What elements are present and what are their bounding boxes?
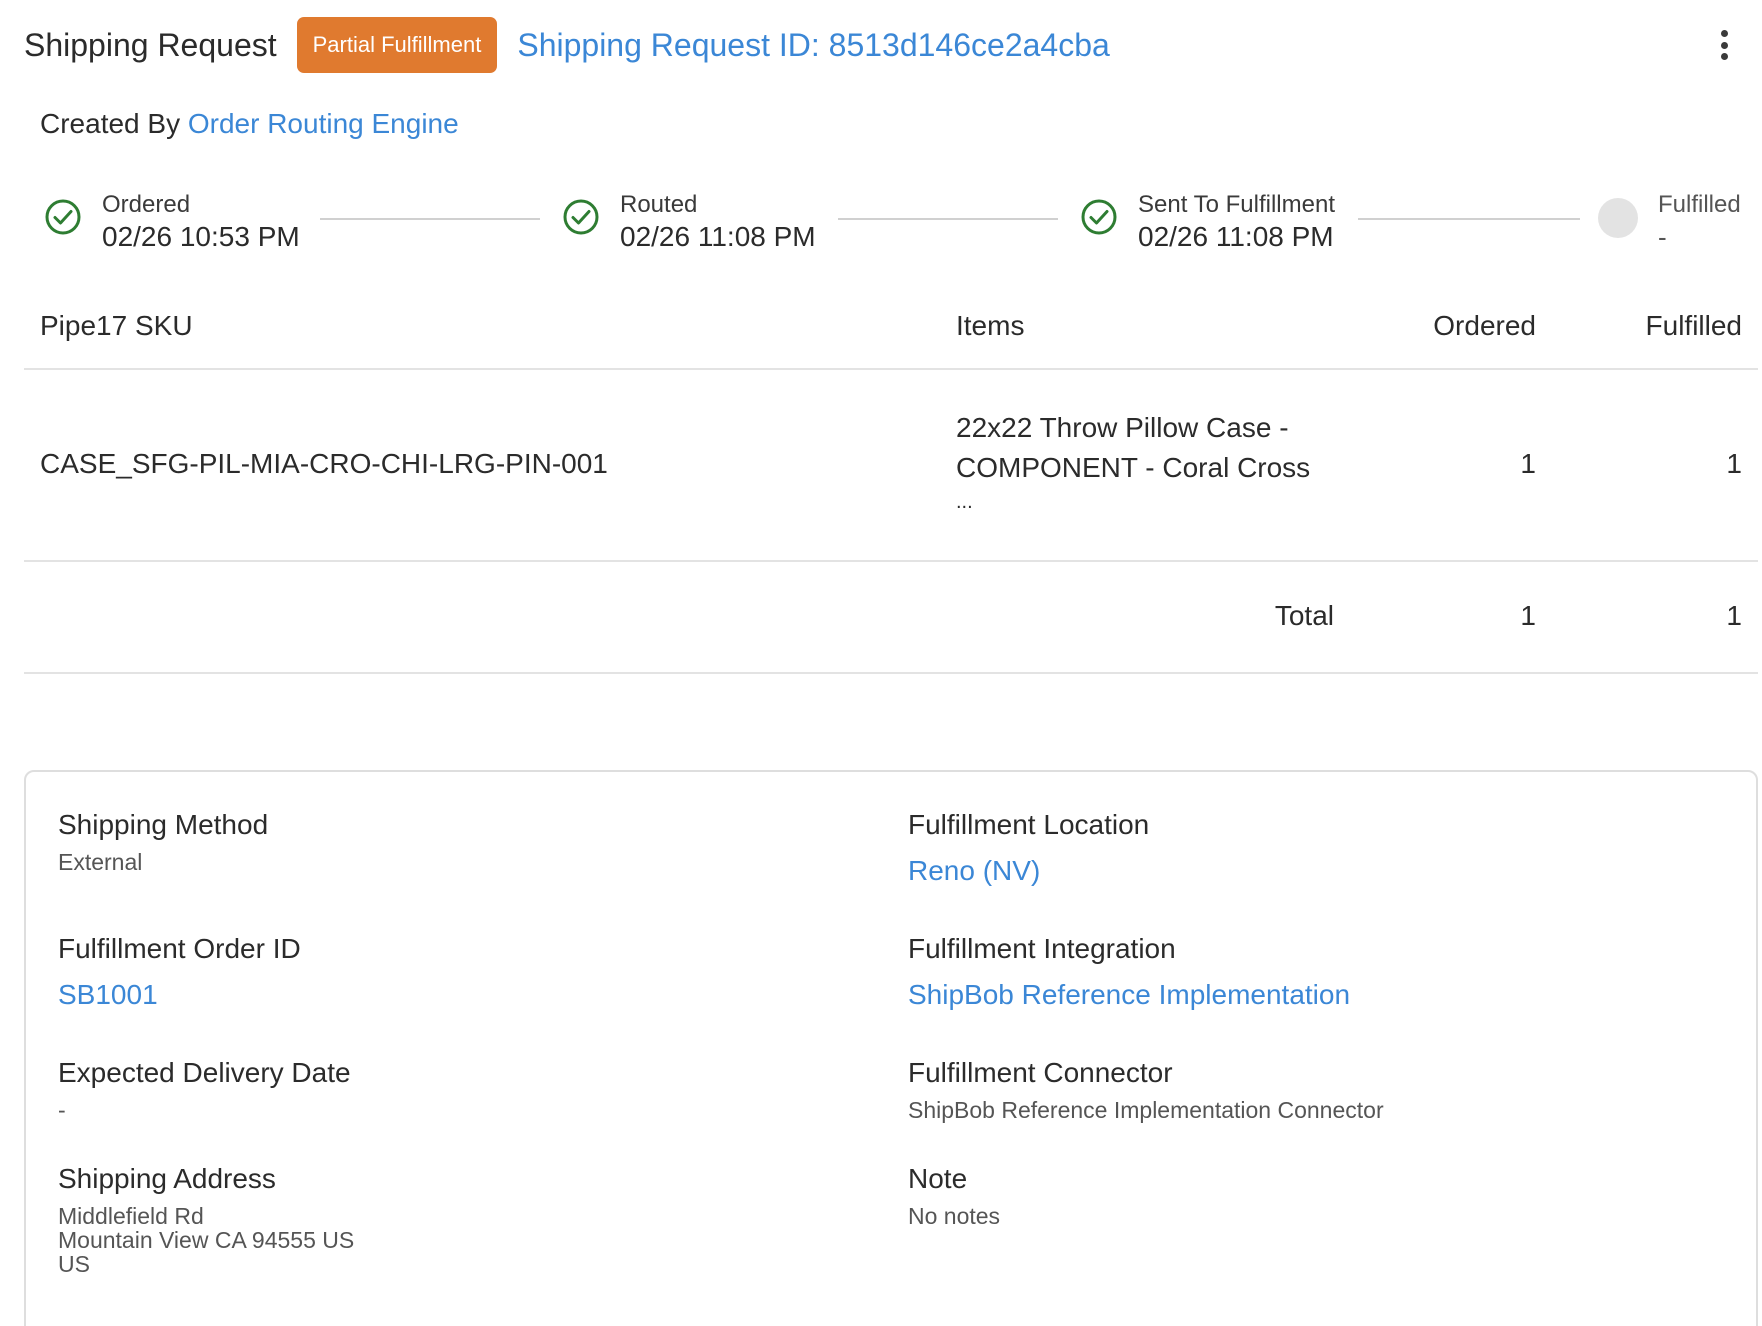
field-label: Fulfillment Order ID xyxy=(58,933,301,964)
item-name-line: 22x22 Throw Pillow Case - xyxy=(956,412,1289,443)
field-value: - xyxy=(58,1097,66,1123)
column-header-fulfilled: Fulfilled xyxy=(1645,310,1742,341)
check-circle-icon xyxy=(45,199,81,235)
field-label: Fulfillment Location xyxy=(908,809,1150,840)
fulfillment-order-id-link[interactable]: SB1001 xyxy=(58,978,301,1012)
item-more: ... xyxy=(956,491,973,513)
page-title: Shipping Request xyxy=(24,26,277,63)
table-total-row: Total 1 1 xyxy=(24,562,1758,674)
page-header: Shipping Request Partial Fulfillment Shi… xyxy=(24,16,1742,74)
field-value: ShipBob Reference Implementation Connect… xyxy=(908,1097,1384,1123)
total-label: Total xyxy=(1274,600,1334,631)
table-row: CASE_SFG-PIL-MIA-CRO-CHI-LRG-PIN-001 22x… xyxy=(24,370,1758,562)
check-circle-icon xyxy=(1081,199,1117,235)
sku-cell: CASE_SFG-PIL-MIA-CRO-CHI-LRG-PIN-001 xyxy=(40,448,608,479)
field-value: External xyxy=(58,849,143,875)
field-label: Shipping Address xyxy=(58,1163,276,1194)
column-header-sku: Pipe17 SKU xyxy=(40,310,193,341)
step-date: 02/26 10:53 PM xyxy=(102,221,300,252)
step-sent-to-fulfillment: Sent To Fulfillment 02/26 11:08 PM xyxy=(1080,190,1335,254)
step-date: 02/26 11:08 PM xyxy=(1138,221,1334,252)
note-field: Note No notes xyxy=(908,1162,1000,1228)
field-label: Shipping Method xyxy=(58,809,269,840)
total-ordered: 1 xyxy=(1520,600,1536,631)
step-fulfilled: Fulfilled - xyxy=(1598,190,1741,254)
field-value: No notes xyxy=(908,1203,1001,1229)
more-options-button[interactable] xyxy=(1706,24,1742,66)
fulfillment-connector-field: Fulfillment Connector ShipBob Reference … xyxy=(908,1056,1384,1122)
total-fulfilled: 1 xyxy=(1726,600,1742,631)
step-date: - xyxy=(1658,222,1667,252)
step-connector xyxy=(320,218,540,220)
step-ordered: Ordered 02/26 10:53 PM xyxy=(44,190,300,254)
created-by-label: Created By xyxy=(40,108,181,139)
item-cell: 22x22 Throw Pillow Case - COMPONENT - Co… xyxy=(956,408,1310,516)
more-vertical-icon xyxy=(1720,30,1728,37)
shipping-request-page: Shipping Request Partial Fulfillment Shi… xyxy=(0,0,1762,1326)
created-by-link[interactable]: Order Routing Engine xyxy=(188,108,459,139)
address-line: Middlefield Rd xyxy=(58,1203,204,1229)
step-connector xyxy=(838,218,1058,220)
check-circle-icon xyxy=(563,199,599,235)
field-label: Fulfillment Connector xyxy=(908,1057,1173,1088)
fulfillment-integration-link[interactable]: ShipBob Reference Implementation xyxy=(908,978,1350,1012)
field-label: Note xyxy=(908,1163,968,1194)
fulfilled-cell: 1 xyxy=(1726,448,1742,479)
step-label: Fulfilled xyxy=(1658,191,1741,218)
table-header: Pipe17 SKU Items Ordered Fulfilled xyxy=(24,300,1758,370)
column-header-ordered: Ordered xyxy=(1433,310,1536,341)
address-line: US xyxy=(58,1251,90,1277)
expected-delivery-field: Expected Delivery Date - xyxy=(58,1056,351,1122)
step-routed: Routed 02/26 11:08 PM xyxy=(562,190,816,254)
column-header-items: Items xyxy=(956,310,1025,341)
shipping-method-field: Shipping Method External xyxy=(58,808,268,874)
step-label: Ordered xyxy=(102,191,191,218)
fulfillment-integration-field: Fulfillment Integration ShipBob Referenc… xyxy=(908,932,1350,1012)
fulfillment-location-field: Fulfillment Location Reno (NV) xyxy=(908,808,1149,888)
shipping-details-card: Shipping Method External Fulfillment Ord… xyxy=(24,770,1758,1326)
pending-circle-icon xyxy=(1598,198,1638,238)
address-line: Mountain View CA 94555 US xyxy=(58,1227,355,1253)
shipping-address-field: Shipping Address Middlefield Rd Mountain… xyxy=(58,1162,354,1276)
status-badge: Partial Fulfillment xyxy=(296,17,498,73)
field-label: Fulfillment Integration xyxy=(908,933,1176,964)
item-name-line: COMPONENT - Coral Cross xyxy=(956,452,1311,483)
step-label: Routed xyxy=(620,191,698,218)
created-by: Created By Order Routing Engine xyxy=(40,108,459,140)
fulfillment-order-id-field: Fulfillment Order ID SB1001 xyxy=(58,932,301,1012)
field-label: Expected Delivery Date xyxy=(58,1057,351,1088)
shipping-request-id-link[interactable]: Shipping Request ID: 8513d146ce2a4cba xyxy=(517,27,1109,64)
step-label: Sent To Fulfillment xyxy=(1138,191,1335,218)
step-date: 02/26 11:08 PM xyxy=(620,221,816,252)
fulfillment-location-link[interactable]: Reno (NV) xyxy=(908,854,1149,888)
step-connector xyxy=(1358,218,1580,220)
ordered-cell: 1 xyxy=(1520,448,1536,479)
